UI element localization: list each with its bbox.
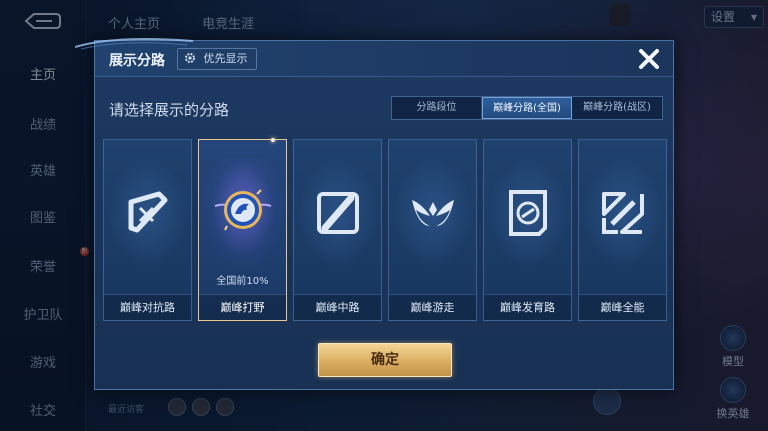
sparkle-decoration: [271, 138, 275, 142]
lane-card-label: 巅峰发育路: [484, 294, 571, 320]
lane-card-clash[interactable]: 巅峰对抗路: [103, 139, 192, 321]
clash-lane-icon: [128, 191, 168, 233]
priority-display-label: 优先显示: [203, 52, 248, 65]
lane-card-jungle[interactable]: 全国前10% 巅峰打野: [198, 138, 287, 321]
dialog-title: 展示分路: [109, 53, 165, 69]
tab-lane-rank[interactable]: 分路段位: [392, 97, 482, 119]
display-lane-dialog: 展示分路 优先显示 请选择展示的分路 分路段位 巅峰分路(全国) 巅峰分路(战区…: [75, 38, 674, 390]
roam-wings-icon: [412, 200, 454, 226]
gear-icon: [185, 53, 195, 63]
priority-display-button[interactable]: 优先显示: [177, 48, 257, 70]
dialog-header: 展示分路 优先显示: [75, 38, 673, 77]
lane-card-label: 巅峰全能: [579, 294, 666, 320]
jungle-dragon-icon: [214, 189, 272, 231]
lane-card-label: 巅峰打野: [199, 294, 286, 320]
select-lane-prompt: 请选择展示的分路: [109, 101, 230, 119]
all-round-icon: [602, 192, 644, 234]
close-icon[interactable]: [635, 45, 663, 73]
lane-card-label: 巅峰对抗路: [104, 294, 191, 320]
lane-card-all-round[interactable]: 巅峰全能: [578, 139, 667, 321]
lane-card-label: 巅峰中路: [294, 294, 381, 320]
lane-card-mid[interactable]: 巅峰中路: [293, 139, 382, 321]
lane-card-list: 巅峰对抗路 全国前10% 巅峰打野 巅峰中路 巅峰游走 巅峰发育路 巅峰全能: [103, 138, 667, 321]
confirm-button[interactable]: 确定: [318, 343, 452, 377]
farm-lane-icon: [509, 190, 547, 236]
tab-peak-lane-national[interactable]: 巅峰分路(全国): [482, 97, 572, 119]
lane-type-segmented-control: 分路段位 巅峰分路(全国) 巅峰分路(战区): [391, 96, 663, 120]
rank-percentile: 全国前10%: [216, 276, 269, 287]
tab-peak-lane-region[interactable]: 巅峰分路(战区): [572, 97, 662, 119]
mid-lane-icon: [317, 192, 359, 234]
lane-card-farm[interactable]: 巅峰发育路: [483, 139, 572, 321]
lane-card-roam[interactable]: 巅峰游走: [388, 139, 477, 321]
lane-card-label: 巅峰游走: [389, 294, 476, 320]
